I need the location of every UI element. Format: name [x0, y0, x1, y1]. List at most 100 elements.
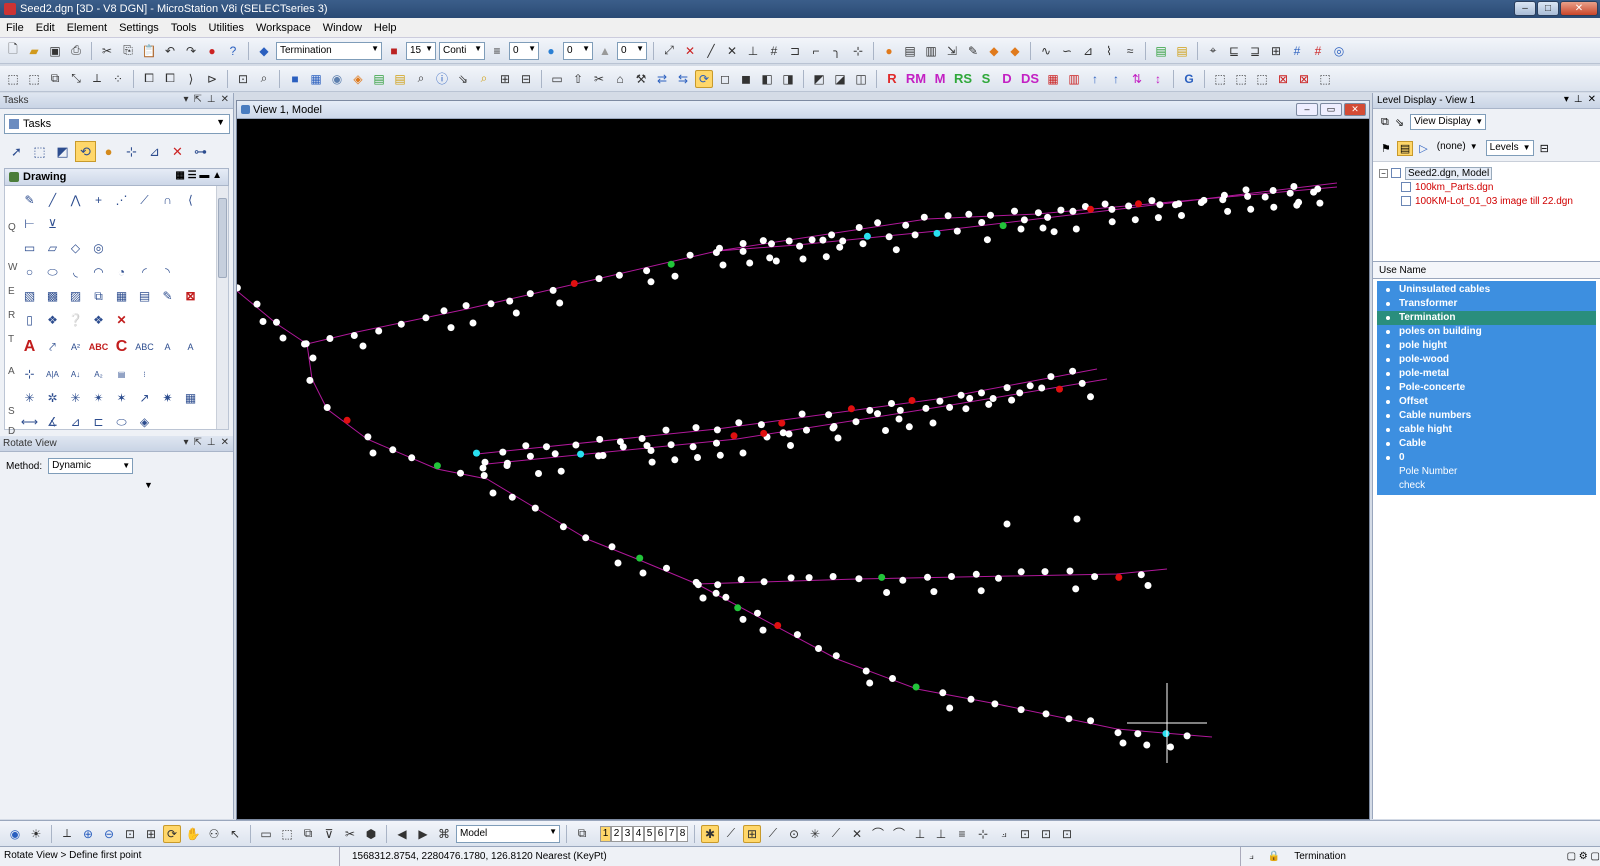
cell-icon[interactable]: ▯	[19, 310, 40, 331]
pole-label-point[interactable]	[1119, 739, 1127, 747]
wave-icon[interactable]: ≈	[1121, 42, 1139, 60]
mirror-icon[interactable]: ⟂	[88, 70, 106, 88]
pole-point[interactable]	[737, 576, 745, 583]
pole-label-point[interactable]	[512, 309, 520, 317]
cube-top-icon[interactable]: ◻	[716, 70, 734, 88]
filter-combo[interactable]: (none) ▼	[1434, 140, 1480, 156]
lock-status-icon[interactable]: 🔒	[1268, 851, 1280, 862]
fit-icon[interactable]: ⤢	[660, 42, 678, 60]
priority-icon[interactable]: ▲	[596, 42, 614, 60]
copy-element-icon[interactable]: ⧉	[46, 70, 64, 88]
pole-point[interactable]	[1269, 187, 1277, 194]
pick-icon[interactable]: ⌕	[255, 70, 273, 88]
pole-point[interactable]	[1003, 384, 1011, 392]
pole-point[interactable]	[957, 391, 965, 399]
level-item[interactable]: pole hight	[1377, 339, 1596, 353]
pole-point[interactable]	[829, 573, 837, 580]
curve-tool-icon[interactable]: ∩	[157, 190, 178, 211]
pole-point[interactable]	[978, 219, 986, 226]
profile-icon[interactable]: ⊿	[1079, 42, 1097, 60]
analyze-icon[interactable]: ⌕	[412, 70, 430, 88]
undo-icon[interactable]: ↶	[161, 42, 179, 60]
pole-point[interactable]	[874, 219, 882, 227]
cable-line[interactable]	[237, 186, 1338, 345]
center-snap-icon[interactable]: ⊙	[785, 825, 803, 843]
pole-point[interactable]	[779, 429, 787, 437]
collapse-icon[interactable]: −	[1379, 168, 1388, 178]
pole-label-point[interactable]	[787, 442, 794, 449]
tree-root[interactable]: − Seed2.dgn, Model	[1379, 166, 1594, 180]
pole-point[interactable]	[878, 573, 886, 581]
marquee-4-icon[interactable]: ⬚	[1316, 70, 1334, 88]
pan-icon[interactable]: ✋	[184, 825, 202, 843]
intersect-icon[interactable]: ✕	[723, 42, 741, 60]
layers-icon[interactable]: ◆	[985, 42, 1003, 60]
tool-rs[interactable]: RS	[952, 70, 974, 88]
trim-icon[interactable]: ⊐	[786, 42, 804, 60]
grid-icon[interactable]: #	[765, 42, 783, 60]
pole-label-point[interactable]	[535, 470, 542, 477]
pole-point[interactable]	[714, 581, 722, 589]
cell-replace-icon[interactable]: ❔	[65, 310, 86, 331]
select-tool-icon[interactable]: ⬚	[4, 70, 22, 88]
arc-center-icon[interactable]: ◔	[111, 262, 132, 283]
pole-point[interactable]	[760, 429, 768, 437]
camera-icon[interactable]: ⬢	[362, 825, 380, 843]
pole-point[interactable]	[1020, 216, 1028, 224]
pole-label-point[interactable]	[766, 254, 774, 262]
pole-label-point[interactable]	[671, 456, 679, 464]
pole-label-point[interactable]	[639, 569, 647, 577]
pole-label-point[interactable]	[772, 257, 780, 265]
fit-view-icon[interactable]: ⊞	[142, 825, 160, 843]
view-icon-2[interactable]: ⇘	[1395, 116, 1404, 129]
float-icon[interactable]: ⇱	[194, 94, 202, 105]
filter-select-icon[interactable]: ▷	[1419, 142, 1427, 155]
text-abc-icon[interactable]: ABC	[88, 337, 109, 358]
arrow-tool-icon[interactable]: ↗	[134, 388, 155, 409]
clip-mask-icon[interactable]: ⧉	[299, 825, 317, 843]
levels-icon[interactable]: ▤	[391, 70, 409, 88]
intersection-snap-icon[interactable]: ✕	[848, 825, 866, 843]
pole-label-point[interactable]	[719, 261, 727, 269]
view-number-2[interactable]: 2	[611, 825, 622, 842]
view-attributes-icon[interactable]: ■	[286, 70, 304, 88]
text-copy-icon[interactable]: C	[111, 337, 132, 358]
marquee-x-icon[interactable]: ⊠	[1274, 70, 1292, 88]
snap-settings-icon[interactable]: ⊡	[1058, 825, 1076, 843]
raster-icon[interactable]: ▥	[922, 42, 940, 60]
pole-point[interactable]	[902, 221, 910, 229]
method-combo[interactable]: Dynamic ▼	[48, 458, 134, 474]
pole-point[interactable]	[944, 212, 952, 220]
pole-point[interactable]	[972, 570, 980, 578]
pole-label-point[interactable]	[895, 415, 903, 423]
pole-label-point[interactable]	[1178, 212, 1185, 219]
3d-icon[interactable]: ◩	[52, 141, 73, 162]
ld-pin-icon[interactable]: ⊥	[1574, 94, 1583, 105]
pole-point[interactable]	[572, 441, 580, 449]
pole-point[interactable]	[570, 280, 578, 287]
view-number-3[interactable]: 3	[622, 825, 633, 842]
pole-point[interactable]	[508, 493, 516, 501]
pole-point[interactable]	[440, 307, 448, 315]
pole-label-point[interactable]	[469, 319, 477, 327]
pole-point[interactable]	[933, 229, 941, 237]
fence-clip-icon[interactable]: ⊳	[203, 70, 221, 88]
rotate-tool-icon[interactable]: ⟲	[75, 141, 96, 162]
curve-icon[interactable]: ∿	[1037, 42, 1055, 60]
color-combo[interactable]: 15 ▼	[406, 41, 436, 60]
pole-point[interactable]	[1017, 706, 1025, 714]
walk-icon[interactable]: ⚇	[205, 825, 223, 843]
pole-label-point[interactable]	[716, 451, 724, 459]
pole-label-point[interactable]	[699, 594, 707, 602]
level-item[interactable]: Offset	[1377, 395, 1596, 409]
pole-label-point[interactable]	[1072, 225, 1080, 233]
pole-label-point[interactable]	[447, 324, 455, 332]
level-item[interactable]: Cable numbers	[1377, 409, 1596, 423]
levels-column-header[interactable]: Use Name	[1373, 261, 1600, 279]
pole-point[interactable]	[397, 320, 405, 328]
pole-point[interactable]	[1175, 200, 1183, 208]
node-icon[interactable]: ⊻	[42, 214, 63, 235]
pole-point[interactable]	[1057, 206, 1065, 214]
bisector-snap-icon[interactable]: ⟋	[827, 825, 845, 843]
branch-icon[interactable]: ⟨	[180, 190, 201, 211]
